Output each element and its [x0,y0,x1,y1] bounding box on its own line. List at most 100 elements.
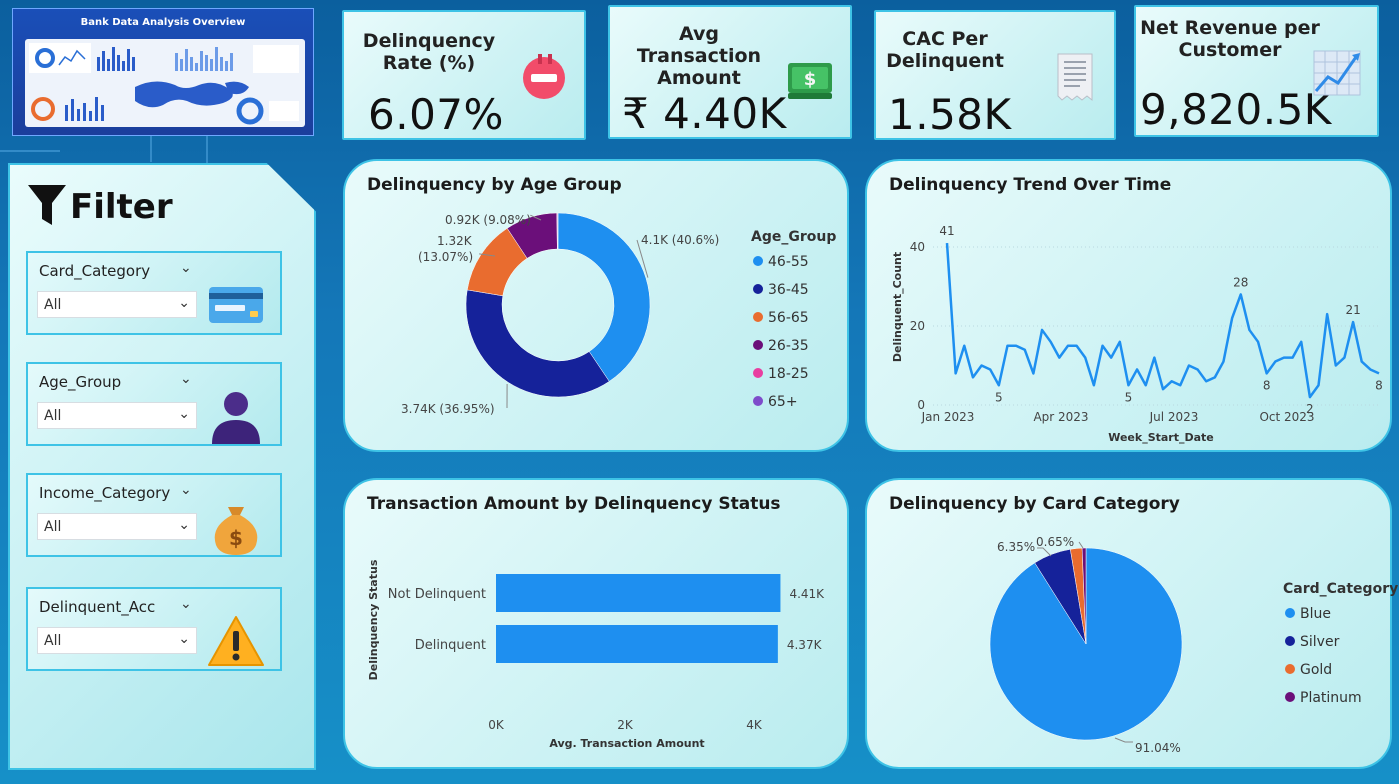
data-label: 4.37K [787,638,823,652]
filter-title: Filter [70,187,173,227]
x-tick-label: Jul 2023 [1149,410,1199,424]
data-label: (13.07%) [418,250,473,264]
legend-label: Silver [1300,634,1340,650]
chevron-down-icon[interactable]: ⌄ [180,371,192,387]
point-label: 28 [1233,275,1248,289]
legend-item-18-25[interactable]: 18-25 [753,366,809,382]
slicer-card-category: Card_Category ⌄ All ⌄ [26,251,282,335]
legend-marker [753,396,763,406]
background-circuit-line [150,134,152,162]
legend-item-46-55[interactable]: 46-55 [753,254,809,270]
kpi-avg-transaction-amount: Avg Transaction Amount ₹ 4.40K $ [608,5,852,139]
receipt-icon [1057,53,1093,102]
slicer-age-group: Age_Group ⌄ All ⌄ [26,362,282,446]
legend-item-Gold[interactable]: Gold [1285,662,1332,678]
point-label: 5 [1125,390,1133,404]
kpi-value: 6.07% [368,90,504,139]
y-tick-label: 40 [910,240,925,254]
kpi-value: ₹ 4.40K [622,89,787,138]
leader-line [1037,547,1052,557]
panel-transaction-amount-by-status: Transaction Amount by Delinquency Status… [343,478,849,769]
card-category-dropdown[interactable]: All ⌄ [37,291,197,318]
legend-item-26-35[interactable]: 26-35 [753,338,809,354]
funnel-icon [28,185,66,225]
data-label: 6.35% [997,540,1035,554]
x-tick-label: 0K [488,718,505,732]
background-circuit-line [0,150,60,152]
line-chart: 02040Jan 2023 Apr 2023 Jul 2023 Oct 2023Wee… [891,224,1383,444]
slicer-label: Income_Category [39,484,171,502]
slicer-label: Delinquent_Acc [39,598,156,616]
legend-item-Platinum[interactable]: Platinum [1285,690,1362,706]
legend-marker [753,284,763,294]
kpi-net-revenue-per-customer: Net Revenue per Customer 9,820.5K [1134,5,1379,137]
y-axis-title: Delinquency Status [367,559,380,680]
dropdown-value: All [44,408,62,424]
kpi-title: Delinquency Rate (%) [362,30,496,74]
bar-chart: Not Delinquent 4.41K Delinquent 4.37K 0K 2K 4K… [367,559,825,750]
legend-item-Silver[interactable]: Silver [1285,634,1339,650]
legend-item-Blue[interactable]: Blue [1285,606,1331,622]
calendar-remove-icon [523,54,565,99]
x-tick-label: 4K [746,718,763,732]
legend-label: 56-65 [768,310,809,326]
data-label: 4.1K (40.6%) [641,233,719,247]
credit-card-icon [209,287,263,323]
panel-delinquency-by-age-group: Delinquency by Age Group 4.1K (40.6%) 3.7… [343,159,849,452]
y-tick-label: 20 [910,319,925,333]
data-label: 0.65% [1036,535,1074,549]
slicer-delinquent-acc: Delinquent_Acc ⌄ All ⌄ [26,587,282,671]
pie-chart: 91.04% 6.35% 0.65% [989,535,1183,755]
x-axis-title: Avg. Transaction Amount [549,737,704,750]
kpi-title: Net Revenue per Customer [1140,17,1320,61]
chevron-down-icon: ⌄ [178,517,190,533]
data-label: 91.04% [1135,741,1181,755]
point-label: 5 [995,390,1003,404]
legend-label: 18-25 [768,366,809,382]
donut-slice-65+ [557,212,559,250]
growth-chart-icon [1313,50,1361,96]
legend-item-36-45[interactable]: 36-45 [753,282,809,298]
category-label: Delinquent [415,638,486,653]
data-label: 1.32K [437,234,473,248]
y-axis-title: Delinquent_Count [891,252,904,362]
income-category-dropdown[interactable]: All ⌄ [37,513,197,540]
point-label: 8 [1263,378,1271,392]
x-axis-title: Week_Start_Date [1108,431,1214,444]
warning-icon [208,616,264,666]
background-circuit-line [118,134,208,166]
chevron-down-icon: ⌄ [178,295,190,311]
legend-label: 46-55 [768,254,809,270]
dropdown-value: All [44,633,62,649]
delinquent-acc-dropdown[interactable]: All ⌄ [37,627,197,654]
chevron-down-icon[interactable]: ⌄ [180,260,192,276]
legend-marker [753,312,763,322]
legend-marker [1285,692,1295,702]
leader-line [1114,737,1133,743]
thumbnail-title: Bank Data Analysis Overview [80,17,246,28]
panel-delinquency-trend: Delinquency Trend Over Time 0 20 40 Jan 202… [865,159,1392,452]
x-tick-label: Jan 2023 [921,410,975,424]
donut-slice-46-55 [557,212,651,382]
data-label: 3.74K (36.95%) [401,402,495,416]
money-icon: $ [788,63,832,99]
kpi-cac-per-delinquent: CAC Per Delinquent 1.58K [874,10,1116,140]
donut-slice-36-45 [465,289,610,398]
x-tick-label: Apr 2023 [1033,410,1088,424]
kpi-value: 1.58K [888,90,1012,139]
legend-label: Platinum [1300,690,1362,706]
point-label: 8 [1375,378,1383,392]
legend-marker [753,340,763,350]
x-tick-label: 2K [617,718,634,732]
slicer-label: Age_Group [39,373,122,391]
data-label: 0.92K (9.08%) [445,213,531,227]
panel-delinquency-by-card-category: Delinquency by Card Category 91.04% 6.35%… [865,478,1398,769]
chevron-down-icon[interactable]: ⌄ [180,596,192,612]
svg-text:$: $ [804,69,817,90]
point-label: 2 [1306,402,1314,416]
age-group-dropdown[interactable]: All ⌄ [37,402,197,429]
chevron-down-icon[interactable]: ⌄ [180,482,192,498]
slicer-income-category: Income_Category ⌄ All ⌄ $ [26,473,282,557]
legend-item-56-65[interactable]: 56-65 [753,310,809,326]
legend-item-65+[interactable]: 65+ [753,394,798,410]
